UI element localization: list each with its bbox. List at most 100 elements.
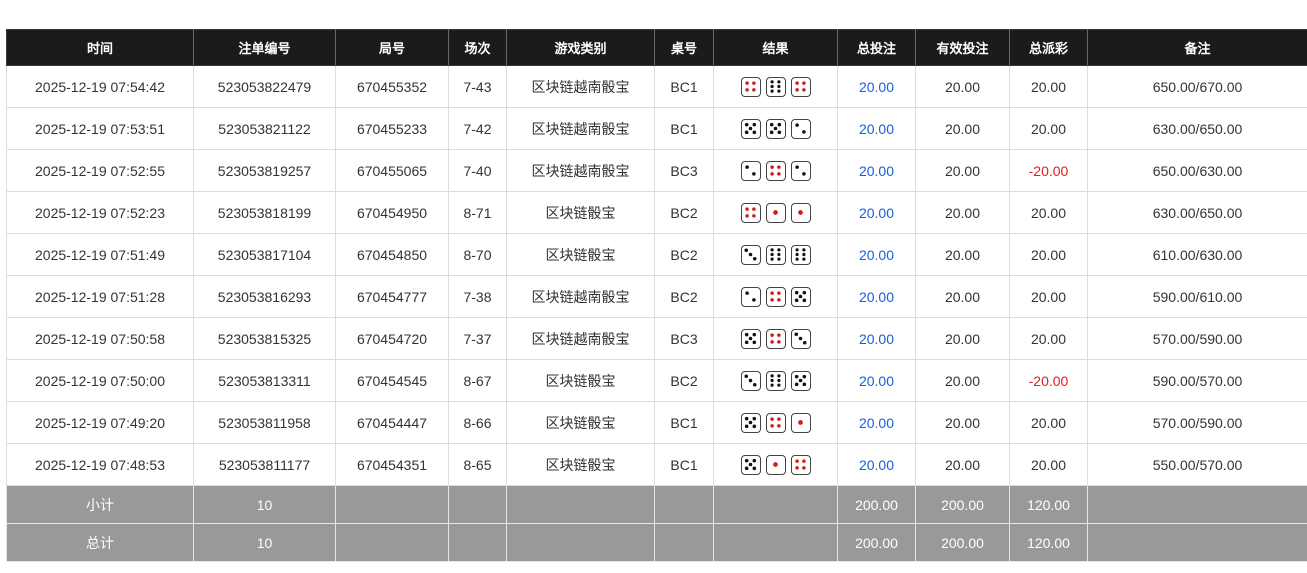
cell-game-type: 区块链越南骰宝 [506, 65, 655, 108]
cell-valid-bet: 20.00 [915, 401, 1010, 444]
dice-result [740, 328, 811, 349]
table-row: 2025-12-19 07:49:20 523053811958 670454447… [6, 401, 1307, 444]
cell-round-id: 670455065 [335, 149, 449, 192]
cell-valid-bet: 20.00 [915, 443, 1010, 486]
table-row: 2025-12-19 07:52:23 523053818199 670454950… [6, 191, 1307, 234]
cell-time: 2025-12-19 07:52:23 [6, 191, 194, 234]
cell-table-no: BC1 [654, 443, 714, 486]
table-row: 2025-12-19 07:51:49 523053817104 670454850… [6, 233, 1307, 276]
subtotal-label: 小计 [6, 485, 194, 524]
cell-time: 2025-12-19 07:50:00 [6, 359, 194, 402]
die-face-4-icon [765, 412, 786, 433]
cell-total-bet: 20.00 [837, 191, 916, 234]
cell-game-type: 区块链骰宝 [506, 233, 655, 276]
cell-result [713, 233, 838, 276]
cell-session: 8-67 [448, 359, 507, 402]
die-face-3-icon [740, 244, 761, 265]
cell-game-type: 区块链骰宝 [506, 401, 655, 444]
die-face-6-icon [765, 370, 786, 391]
cell-total-bet: 20.00 [837, 65, 916, 108]
cell-time: 2025-12-19 07:50:58 [6, 317, 194, 360]
die-face-1-icon [790, 202, 811, 223]
cell-total-bet: 20.00 [837, 401, 916, 444]
die-face-5-icon [765, 118, 786, 139]
cell-payout: 20.00 [1009, 275, 1088, 318]
die-face-4-icon [765, 286, 786, 307]
cell-remark: 590.00/570.00 [1087, 359, 1307, 402]
cell-total-bet: 20.00 [837, 107, 916, 150]
cell-total-bet: 20.00 [837, 275, 916, 318]
cell-remark: 610.00/630.00 [1087, 233, 1307, 276]
subtotal-total-bet: 200.00 [837, 485, 916, 524]
cell-table-no: BC2 [654, 191, 714, 234]
die-face-5-icon [790, 286, 811, 307]
cell-payout: 20.00 [1009, 443, 1088, 486]
table-row: 2025-12-19 07:53:51 523053821122 670455233… [6, 107, 1307, 150]
cell-session: 7-43 [448, 65, 507, 108]
dice-result [740, 454, 811, 475]
cell-table-no: BC3 [654, 317, 714, 360]
cell-remark: 630.00/650.00 [1087, 191, 1307, 234]
cell-valid-bet: 20.00 [915, 191, 1010, 234]
cell-result [713, 191, 838, 234]
die-face-6-icon [790, 244, 811, 265]
cell-order-id: 523053811177 [193, 443, 336, 486]
cell-remark: 590.00/610.00 [1087, 275, 1307, 318]
cell-result [713, 359, 838, 402]
die-face-5-icon [740, 328, 761, 349]
cell-game-type: 区块链越南骰宝 [506, 149, 655, 192]
die-face-4-icon [740, 202, 761, 223]
total-valid-bet: 200.00 [915, 523, 1010, 562]
cell-payout: 20.00 [1009, 401, 1088, 444]
header-order-id: 注单编号 [193, 29, 336, 66]
total-total-bet: 200.00 [837, 523, 916, 562]
cell-remark: 650.00/670.00 [1087, 65, 1307, 108]
cell-session: 7-37 [448, 317, 507, 360]
cell-order-id: 523053811958 [193, 401, 336, 444]
subtotal-count: 10 [193, 485, 336, 524]
cell-session: 8-70 [448, 233, 507, 276]
die-face-3-icon [740, 370, 761, 391]
cell-valid-bet: 20.00 [915, 317, 1010, 360]
subtotal-payout: 120.00 [1009, 485, 1088, 524]
cell-valid-bet: 20.00 [915, 275, 1010, 318]
cell-order-id: 523053817104 [193, 233, 336, 276]
cell-time: 2025-12-19 07:48:53 [6, 443, 194, 486]
cell-payout: 20.00 [1009, 191, 1088, 234]
cell-round-id: 670454720 [335, 317, 449, 360]
header-remark: 备注 [1087, 29, 1307, 66]
header-session: 场次 [448, 29, 507, 66]
cell-table-no: BC2 [654, 275, 714, 318]
cell-time: 2025-12-19 07:53:51 [6, 107, 194, 150]
table-header-row: 时间 注单编号 局号 场次 游戏类别 桌号 结果 总投注 有效投注 总派彩 备注 [6, 29, 1307, 66]
cell-remark: 650.00/630.00 [1087, 149, 1307, 192]
cell-round-id: 670454777 [335, 275, 449, 318]
cell-session: 7-40 [448, 149, 507, 192]
dice-result [740, 118, 811, 139]
dice-result [740, 160, 811, 181]
table-row: 2025-12-19 07:48:53 523053811177 670454351… [6, 443, 1307, 486]
cell-round-id: 670454351 [335, 443, 449, 486]
cell-order-id: 523053822479 [193, 65, 336, 108]
cell-table-no: BC1 [654, 65, 714, 108]
cell-payout: 20.00 [1009, 107, 1088, 150]
cell-table-no: BC2 [654, 233, 714, 276]
cell-total-bet: 20.00 [837, 233, 916, 276]
cell-payout: -20.00 [1009, 359, 1088, 402]
cell-order-id: 523053818199 [193, 191, 336, 234]
die-face-1-icon [765, 202, 786, 223]
die-face-6-icon [765, 76, 786, 97]
cell-table-no: BC3 [654, 149, 714, 192]
cell-result [713, 443, 838, 486]
cell-time: 2025-12-19 07:51:49 [6, 233, 194, 276]
cell-table-no: BC1 [654, 401, 714, 444]
table-row: 2025-12-19 07:54:42 523053822479 670455352… [6, 65, 1307, 108]
dice-result [740, 412, 811, 433]
die-face-2-icon [740, 160, 761, 181]
die-face-2-icon [790, 160, 811, 181]
cell-round-id: 670455352 [335, 65, 449, 108]
cell-result [713, 149, 838, 192]
header-table-no: 桌号 [654, 29, 714, 66]
cell-remark: 630.00/650.00 [1087, 107, 1307, 150]
header-total-bet: 总投注 [837, 29, 916, 66]
